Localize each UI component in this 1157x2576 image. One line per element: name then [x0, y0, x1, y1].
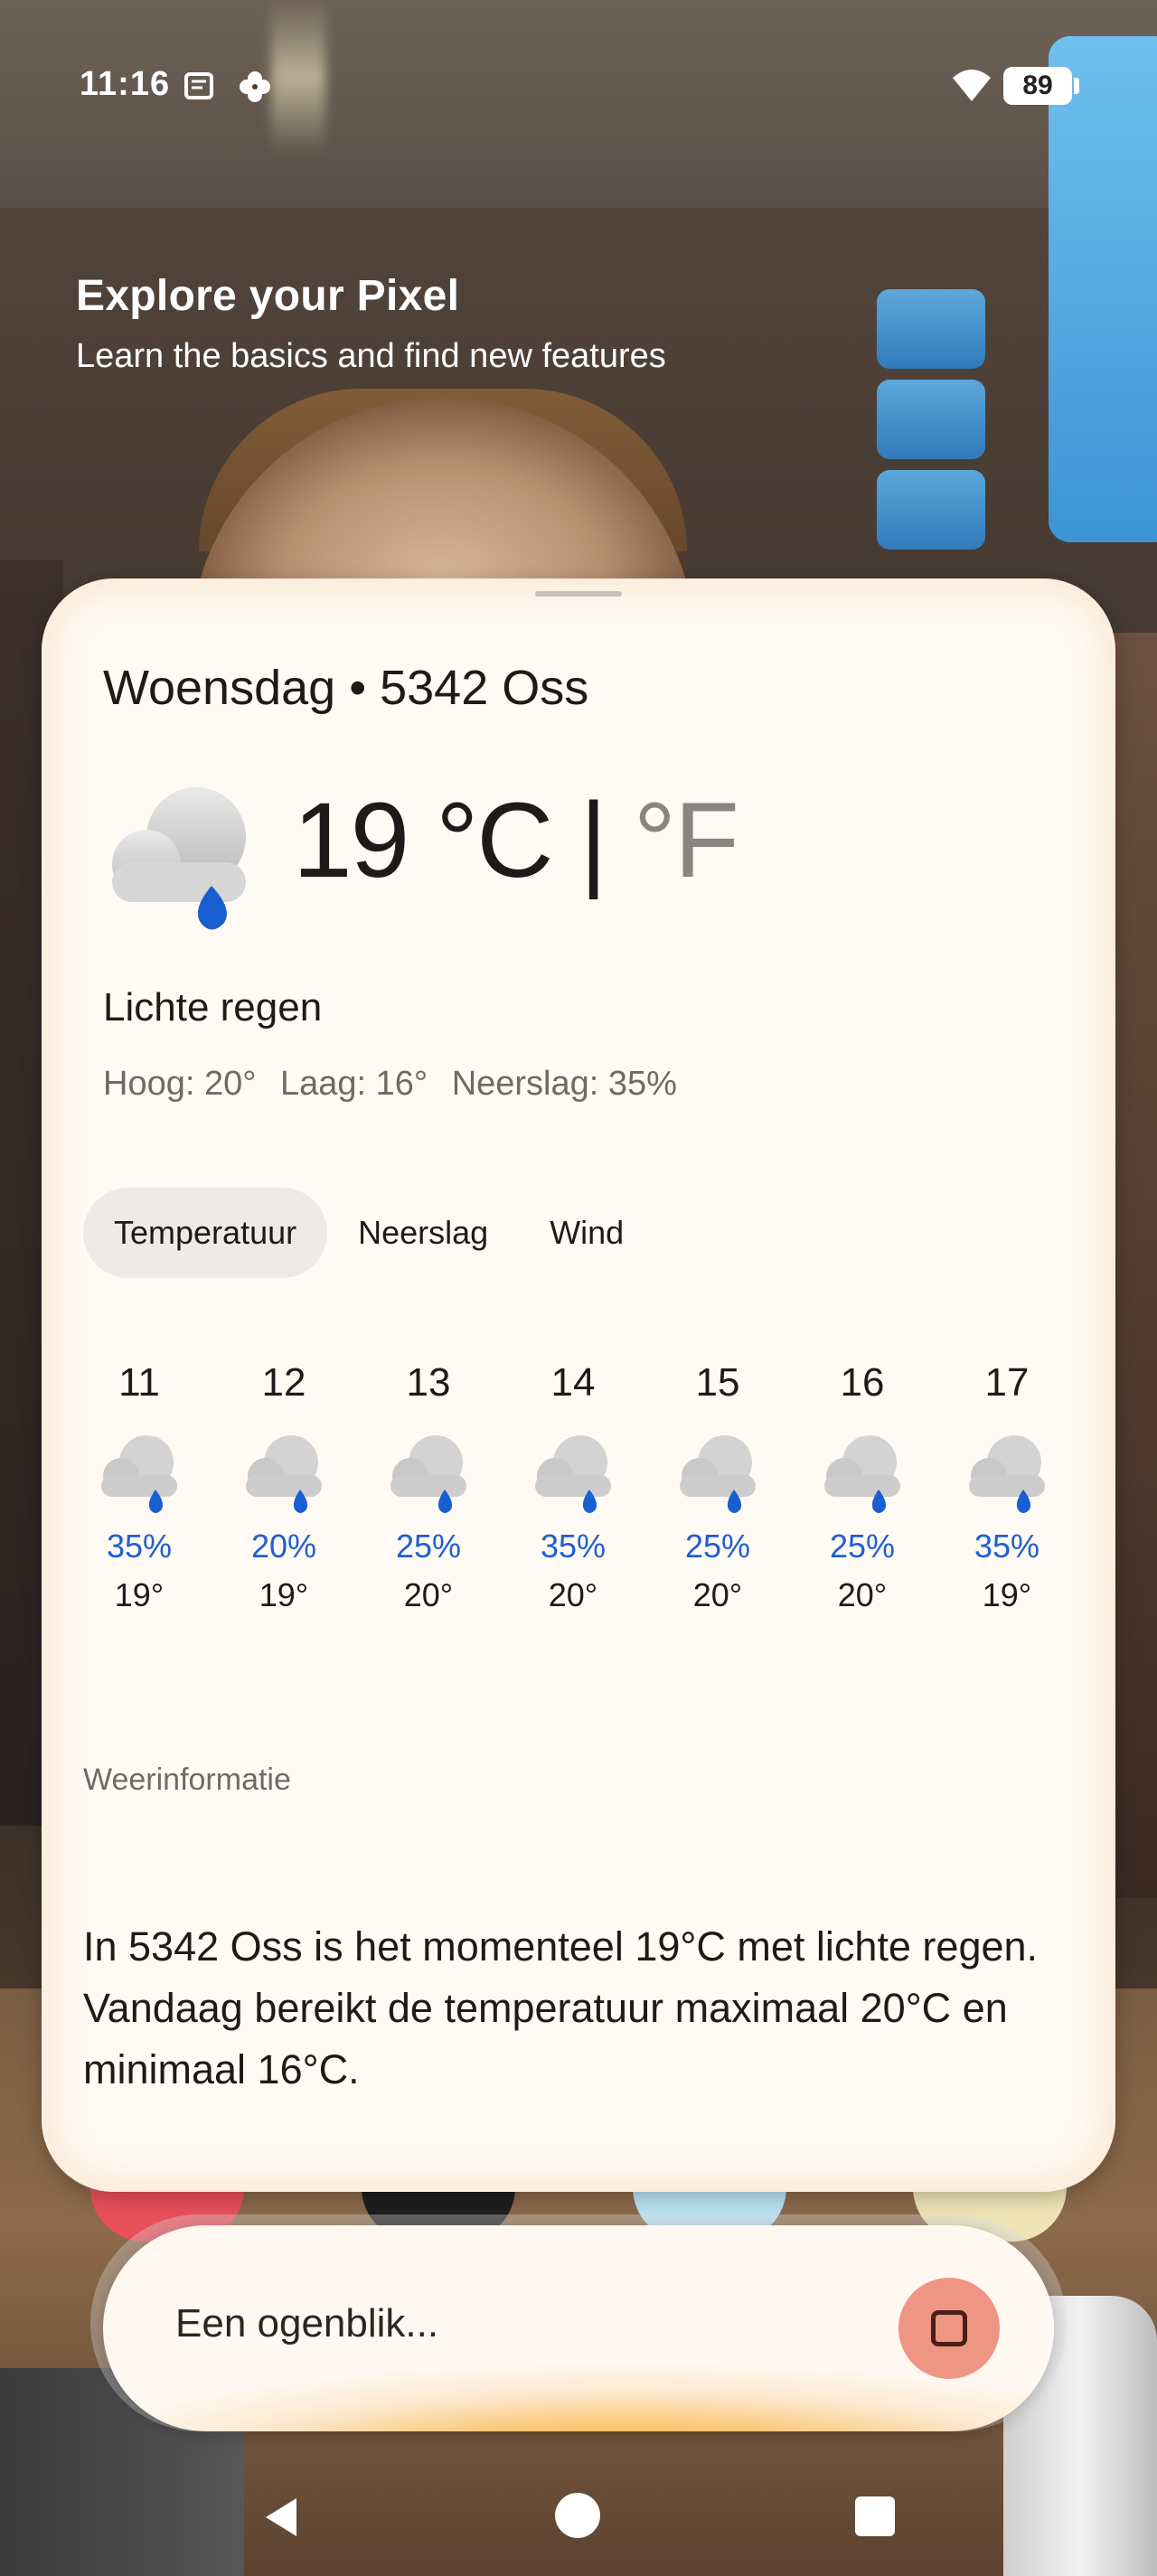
forecast-hour: 11 35% 19° — [67, 1356, 212, 1614]
assistant-status-text: Een ogenblik... — [175, 2301, 439, 2346]
unit-separator: | — [579, 781, 607, 900]
notes-icon — [184, 72, 213, 99]
low-temp: Laag: 16° — [280, 1065, 428, 1103]
high-temp: Hoog: 20° — [103, 1065, 257, 1103]
battery-icon: 89 — [1003, 67, 1072, 105]
forecast-temp: 19° — [982, 1576, 1032, 1613]
precipitation: Neerslag: 35% — [451, 1065, 677, 1103]
light-rain-icon — [390, 1435, 466, 1513]
forecast-precip: 25% — [395, 1528, 462, 1565]
light-rain-icon — [680, 1435, 756, 1513]
home-icon[interactable] — [555, 2493, 600, 2538]
assistant-input-bar[interactable]: Een ogenblik... — [103, 2225, 1054, 2431]
forecast-hour-label: 16 — [840, 1360, 885, 1405]
light-rain-icon — [824, 1435, 900, 1513]
hourly-forecast: 11 35% 19° 12 20% 19° 13 25% 20° 14 35% … — [67, 1356, 1097, 1614]
forecast-temp: 20° — [837, 1576, 888, 1613]
drag-handle[interactable] — [535, 591, 622, 597]
forecast-precip: 35% — [974, 1528, 1040, 1565]
weather-location: Woensdag • 5342 Oss — [103, 661, 589, 715]
light-rain-icon — [535, 1435, 611, 1513]
forecast-hour-label: 11 — [118, 1360, 160, 1405]
forecast-temp: 19° — [114, 1576, 165, 1613]
forecast-hour-label: 14 — [550, 1360, 596, 1405]
forecast-precip: 20% — [250, 1528, 317, 1565]
pinwheel-icon — [240, 71, 270, 102]
stop-button[interactable] — [898, 2278, 1000, 2379]
forecast-hour: 14 35% 20° — [501, 1356, 645, 1614]
explore-subtitle: Learn the basics and find new features — [76, 337, 666, 375]
temperature-display: 19 °C | °F — [293, 779, 739, 902]
forecast-temp: 20° — [403, 1576, 454, 1613]
status-time: 11:16 — [80, 65, 171, 103]
forecast-temp: 19° — [259, 1576, 309, 1613]
forecast-precip: 25% — [684, 1528, 751, 1565]
forecast-precip: 35% — [540, 1528, 607, 1565]
temperature-value: 19 — [293, 781, 409, 900]
forecast-hour: 12 20% 19° — [212, 1356, 356, 1614]
forecast-hour: 16 25% 20° — [790, 1356, 935, 1614]
recents-icon[interactable] — [855, 2496, 895, 2536]
stop-icon — [931, 2310, 967, 2346]
weather-stats: Hoog: 20° Laag: 16° Neerslag: 35% — [103, 1065, 691, 1104]
forecast-temp: 20° — [692, 1576, 743, 1613]
light-rain-icon — [969, 1435, 1045, 1513]
tab-wind[interactable]: Wind — [519, 1188, 654, 1278]
back-icon[interactable] — [260, 2495, 306, 2540]
status-bar: 11:16 89 — [0, 0, 1157, 172]
info-text: In 5342 Oss is het momenteel 19°C met li… — [83, 1923, 1039, 2092]
explore-title: Explore your Pixel — [76, 272, 460, 320]
forecast-hour-label: 15 — [695, 1360, 740, 1405]
forecast-tabs: Temperatuur Neerslag Wind — [83, 1188, 654, 1278]
weather-card: Woensdag • 5342 Oss 19 °C | °F Lichte re… — [42, 578, 1115, 2192]
info-label: Weerinformatie — [83, 1763, 291, 1797]
explore-header[interactable]: Explore your Pixel Learn the basics and … — [76, 271, 666, 376]
unit-celsius[interactable]: °C — [436, 781, 553, 900]
wifi-icon — [953, 70, 991, 101]
unit-fahrenheit[interactable]: °F — [634, 781, 739, 900]
light-rain-icon — [246, 1435, 322, 1513]
tab-neerslag[interactable]: Neerslag — [327, 1188, 519, 1278]
forecast-hour: 15 25% 20° — [645, 1356, 790, 1614]
forecast-hour: 17 35% 19° — [935, 1356, 1079, 1614]
light-rain-icon — [101, 1435, 177, 1513]
tab-temperatuur[interactable]: Temperatuur — [83, 1188, 328, 1278]
light-rain-icon — [112, 787, 246, 930]
forecast-hour-label: 13 — [406, 1360, 451, 1405]
forecast-hour-label: 12 — [261, 1360, 306, 1405]
forecast-hour: 13 25% 20° — [356, 1356, 501, 1614]
forecast-temp: 20° — [548, 1576, 598, 1613]
weather-condition: Lichte regen — [103, 985, 323, 1029]
forecast-precip: 35% — [106, 1528, 173, 1565]
forecast-hour-label: 17 — [984, 1360, 1030, 1405]
forecast-precip: 25% — [829, 1528, 896, 1565]
battery-tip — [1074, 78, 1079, 94]
navigation-bar — [0, 2458, 1157, 2576]
